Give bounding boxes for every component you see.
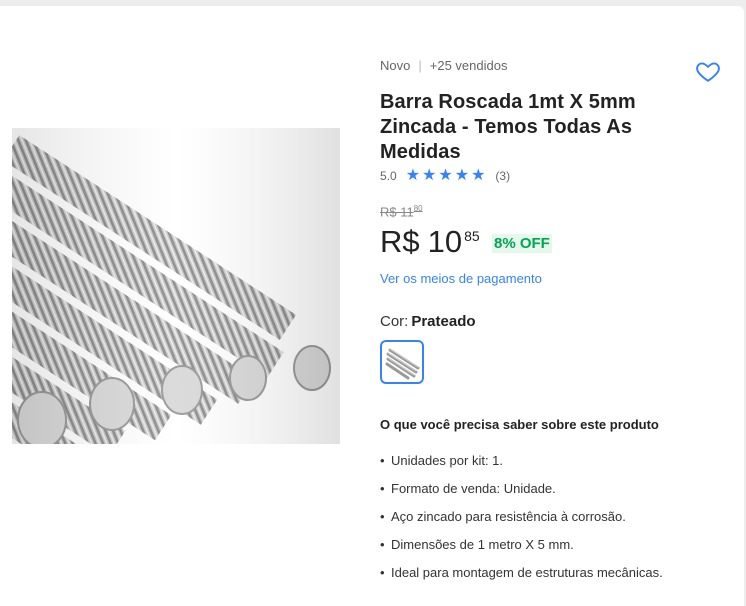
product-image[interactable] (12, 128, 340, 444)
meta-separator: | (418, 58, 422, 73)
bullet-icon: • (380, 509, 385, 524)
feature-item: • Ideal para montagem de estruturas mecân… (380, 564, 663, 592)
feature-text: Ideal para montagem de estruturas mecâni… (391, 565, 663, 580)
bullet-icon: • (380, 481, 385, 496)
old-price: R$ 1180 (380, 204, 423, 219)
product-info-heading: O que você precisa saber sobre este prod… (380, 417, 659, 432)
sold-count: +25 vendidos (429, 58, 508, 73)
star-icon: ★ (454, 167, 470, 184)
star-icon: ★ (438, 167, 453, 184)
price-cents: 85 (464, 228, 480, 244)
feature-item: • Unidades por kit: 1. (380, 452, 663, 480)
color-selector-label: Cor: Prateado (380, 313, 476, 330)
rating[interactable]: 5.0 ★ ★ ★ ★ ★ (3) (380, 168, 510, 184)
feature-text: Formato de venda: Unidade. (391, 481, 556, 496)
feature-item: • Formato de venda: Unidade. (380, 480, 663, 508)
payment-methods-link[interactable]: Ver os meios de pagamento (380, 271, 542, 286)
bullet-icon: • (380, 453, 385, 468)
discount-badge: 8% OFF (492, 234, 552, 253)
star-icon: ★ (405, 167, 421, 184)
old-price-int: R$ 11 (380, 204, 414, 220)
condition-label: Novo (380, 58, 411, 73)
heart-icon (696, 62, 720, 82)
color-swatch-prateado[interactable] (380, 340, 424, 384)
feature-text: Dimensões de 1 metro X 5 mm. (391, 537, 574, 552)
threaded-rods-image (12, 128, 340, 444)
feature-list: • Unidades por kit: 1. • Formato de venda:… (380, 452, 663, 592)
product-meta: Novo | +25 vendidos (380, 58, 507, 73)
price-currency: R$ (380, 224, 420, 259)
price-integer: 10 (427, 224, 463, 259)
rating-count: (3) (495, 169, 511, 183)
star-icon: ★ (471, 167, 486, 184)
old-price-cents: 80 (413, 204, 423, 213)
star-icon: ★ (422, 167, 437, 184)
product-title: Barra Roscada 1mt X 5mm Zincada - Temos … (380, 91, 636, 163)
swatch-thumbnail-image (385, 348, 420, 380)
favorite-button[interactable] (695, 58, 721, 84)
bullet-icon: • (380, 537, 385, 552)
rating-value: 5.0 (380, 169, 397, 183)
bullet-icon: • (380, 565, 385, 580)
rating-stars: ★ ★ ★ ★ ★ (406, 168, 488, 184)
color-label: Cor: (380, 313, 409, 330)
current-price: R$ 10 85 (380, 224, 480, 260)
feature-text: Unidades por kit: 1. (391, 453, 504, 468)
product-card: Novo | +25 vendidos Barra Roscada 1mt X … (0, 6, 744, 606)
color-value: Prateado (411, 313, 476, 330)
feature-text: Aço zincado para resistência à corrosão. (391, 509, 626, 524)
feature-item: • Aço zincado para resistência à corrosão… (380, 508, 663, 536)
feature-item: • Dimensões de 1 metro X 5 mm. (380, 536, 663, 564)
